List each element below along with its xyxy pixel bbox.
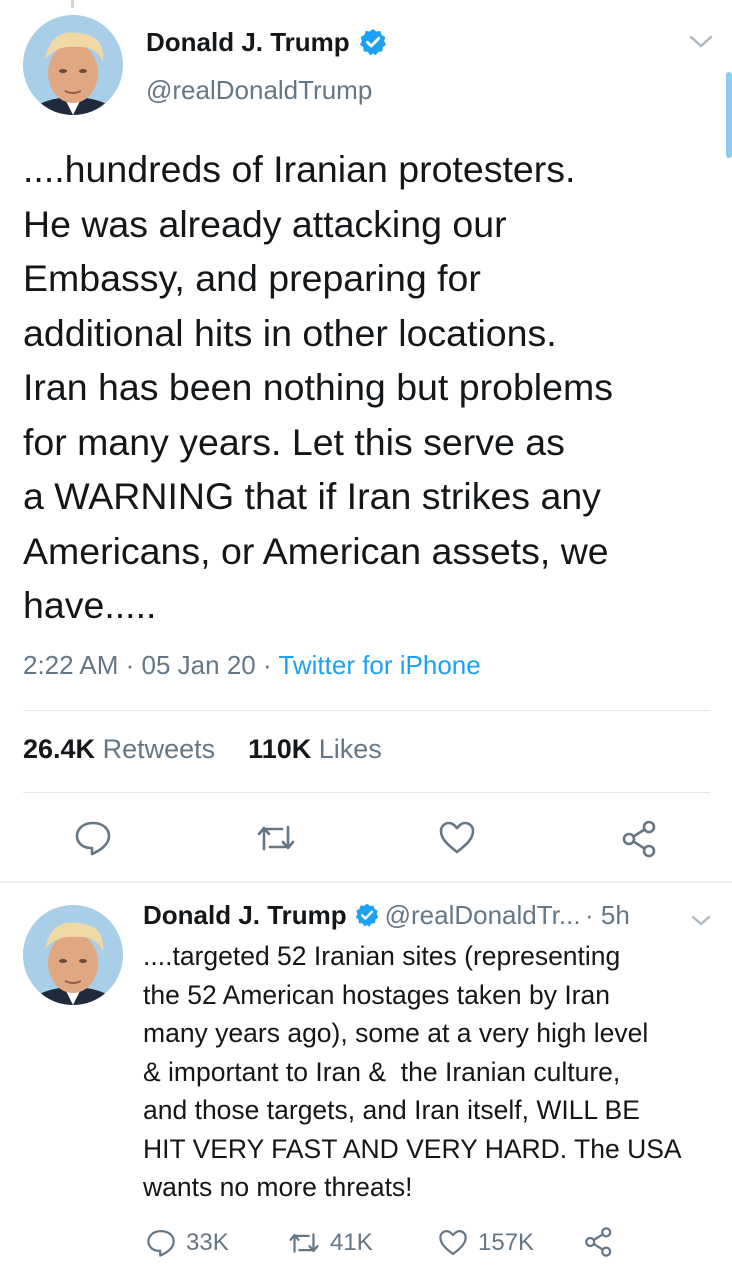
like-icon xyxy=(438,1228,468,1258)
engagement-stats: 26.4K Retweets 110K Likes xyxy=(23,734,382,765)
reply-icon[interactable] xyxy=(74,819,112,857)
avatar[interactable] xyxy=(23,15,123,115)
divider xyxy=(23,792,710,793)
reply-icon xyxy=(146,1228,176,1258)
tweet-separator xyxy=(0,881,732,883)
likes-stat[interactable]: 110K Likes xyxy=(248,734,382,764)
like-count: 157K xyxy=(478,1229,535,1256)
meta-separator: · xyxy=(585,900,601,930)
share-button[interactable] xyxy=(583,1226,615,1258)
tweet-time: 2:22 AM xyxy=(23,650,119,680)
meta-separator: · xyxy=(125,650,142,680)
author-name[interactable]: Donald J. Trump xyxy=(146,27,350,57)
retweet-icon[interactable] xyxy=(256,819,295,857)
tweet-source-link[interactable]: Twitter for iPhone xyxy=(278,650,480,680)
likes-label: Likes xyxy=(318,734,382,764)
profile-photo xyxy=(23,15,123,115)
verified-badge-icon xyxy=(354,29,388,62)
like-button[interactable]: 157K xyxy=(438,1228,534,1258)
tweet-time-ago: 5h xyxy=(600,900,630,930)
profile-photo xyxy=(23,905,123,1005)
author-name[interactable]: Donald J. Trump xyxy=(143,900,347,930)
retweet-icon xyxy=(288,1228,320,1258)
author-handle[interactable]: @realDonaldTrump xyxy=(146,75,372,106)
reply-header[interactable]: Donald J. Trump @realDonaldTr... · 5h xyxy=(143,900,630,933)
share-icon xyxy=(583,1226,615,1258)
tweet-text: ....hundreds of Iranian protesters. He w… xyxy=(23,148,613,626)
verified-badge-icon xyxy=(351,903,380,933)
reply-button[interactable]: 33K xyxy=(146,1228,229,1258)
retweet-count: 41K xyxy=(330,1229,373,1256)
thread-connector-line xyxy=(71,0,74,8)
avatar[interactable] xyxy=(23,905,123,1005)
retweet-button[interactable]: 41K xyxy=(288,1228,373,1258)
divider xyxy=(23,710,710,711)
tweet-date: 05 Jan 20 xyxy=(141,650,256,680)
retweets-count: 26.4K xyxy=(23,734,96,764)
author-name-row[interactable]: Donald J. Trump xyxy=(146,27,388,62)
meta-separator: · xyxy=(262,650,279,680)
retweets-stat[interactable]: 26.4K Retweets xyxy=(23,734,215,764)
tweet-meta: 2:22 AM · 05 Jan 20 · Twitter for iPhone xyxy=(23,650,481,681)
like-icon[interactable] xyxy=(438,819,476,857)
reply-count: 33K xyxy=(186,1229,229,1256)
retweets-label: Retweets xyxy=(102,734,216,764)
chevron-down-icon[interactable] xyxy=(690,913,712,934)
author-handle[interactable]: @realDonaldTr... xyxy=(385,900,581,930)
share-icon[interactable] xyxy=(620,819,658,858)
chevron-down-icon[interactable] xyxy=(688,33,714,56)
scrollbar[interactable] xyxy=(726,72,732,158)
tweet-text: ....targeted 52 Iranian sites (represent… xyxy=(143,941,682,1202)
likes-count: 110K xyxy=(248,734,312,764)
